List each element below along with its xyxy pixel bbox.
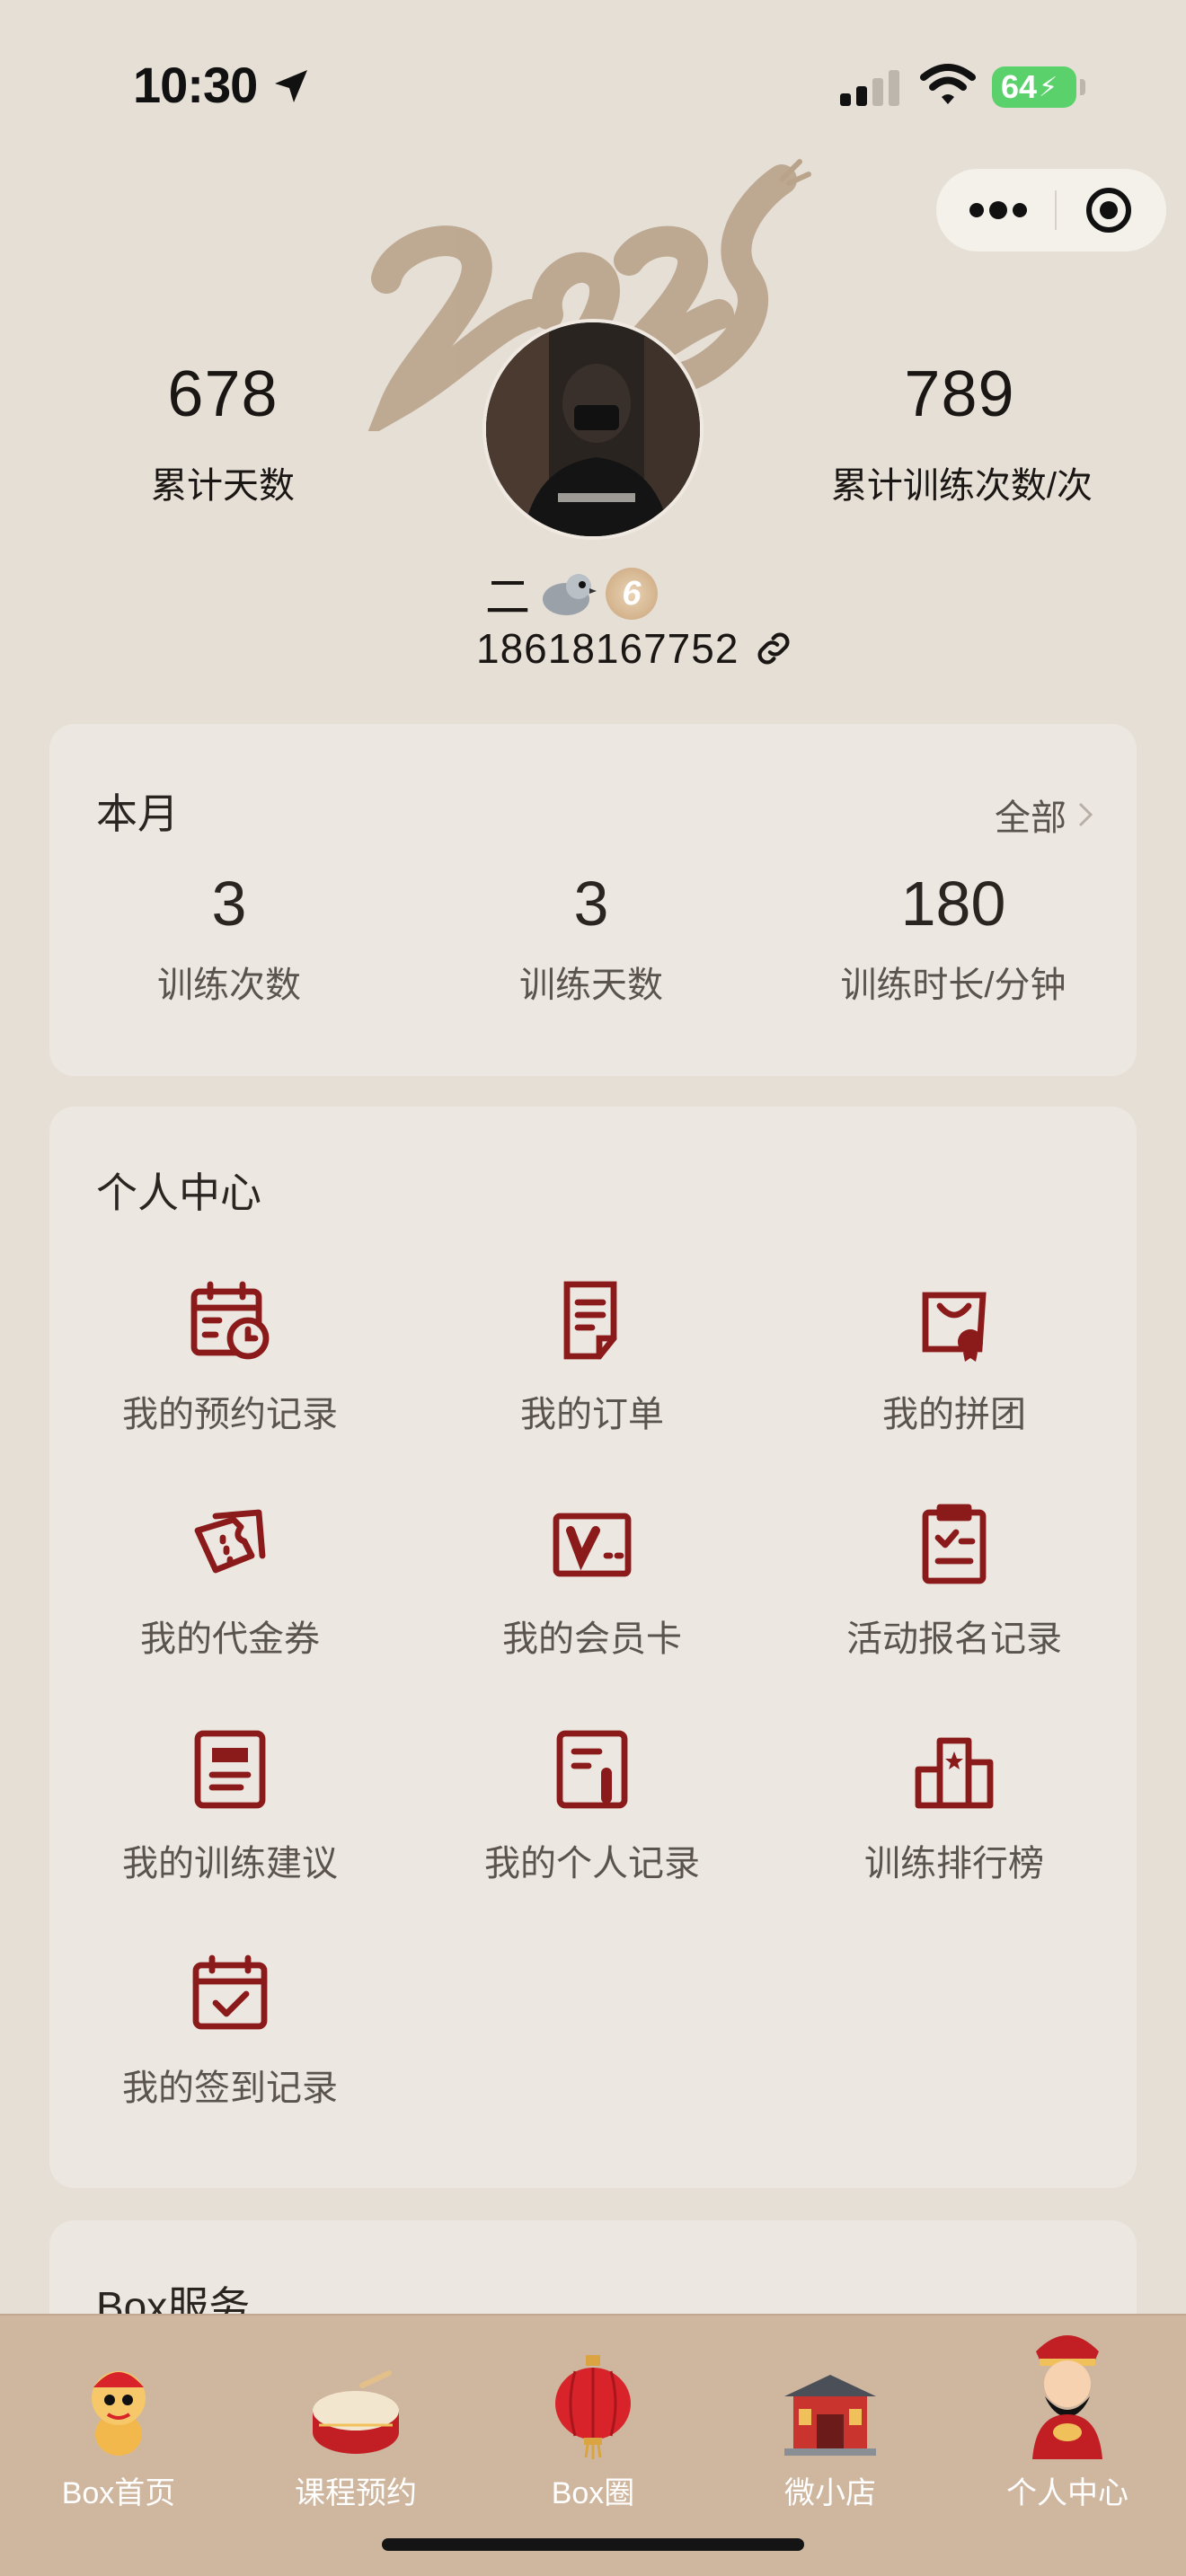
menu-item-checkin-records[interactable]: 我的签到记录	[49, 1951, 411, 2111]
user-name-row: 二 6	[485, 561, 658, 626]
personal-center-card: 个人中心 我的预约记录 我的订单 我的拼团 我的代金券 我的会员卡 活动报名记录…	[49, 1107, 1137, 2188]
battery-indicator: 64 ⚡	[992, 66, 1085, 108]
capsule-divider	[1054, 190, 1057, 230]
menu-item-training-advice[interactable]: 我的训练建议	[49, 1726, 411, 1886]
lion-dance-icon	[92, 2371, 146, 2456]
clipboard-check-icon	[922, 1504, 987, 1584]
calendar-clock-icon	[190, 1281, 270, 1360]
menu-label: 我的代金券	[140, 1619, 320, 1659]
member-card-icon	[553, 1513, 632, 1577]
month-sessions-stat: 3 训练次数	[49, 868, 409, 1008]
this-month-card: 本月 全部 3 训练次数 3 训练天数 180 训练时长/分钟	[49, 724, 1137, 1076]
link-icon[interactable]	[751, 626, 796, 671]
tab-label: Box圈	[551, 2476, 635, 2510]
avatar[interactable]	[482, 319, 704, 540]
wifi-icon	[920, 64, 976, 104]
tab-home[interactable]: Box首页	[0, 2316, 237, 2512]
month-days-stat: 3 训练天数	[412, 868, 771, 1008]
document-icon	[563, 1281, 617, 1360]
menu-label: 我的签到记录	[122, 2069, 338, 2108]
tab-label: 个人中心	[1006, 2476, 1128, 2510]
status-time: 10:30	[133, 57, 258, 113]
tab-personal-center[interactable]: 个人中心	[949, 2316, 1186, 2512]
cellular-signal-icon	[840, 70, 899, 106]
shop-icon	[784, 2375, 876, 2456]
total-sessions-value: 789	[904, 358, 1015, 430]
menu-label: 我的预约记录	[122, 1395, 338, 1434]
menu-label: 我的会员卡	[502, 1619, 682, 1659]
level-badge: 6	[606, 568, 658, 620]
menu-item-event-signups[interactable]: 活动报名记录	[774, 1502, 1135, 1662]
tab-course-booking[interactable]: 课程预约	[237, 2316, 474, 2512]
avatar-photo	[486, 322, 700, 536]
menu-label: 训练排行榜	[864, 1844, 1044, 1883]
menu-item-orders[interactable]: 我的订单	[412, 1277, 773, 1437]
fortune-god-icon	[1032, 2335, 1102, 2459]
menu-label: 我的个人记录	[484, 1844, 700, 1883]
tab-box-circle[interactable]: Box圈	[474, 2316, 712, 2512]
tab-label: 微小店	[784, 2476, 876, 2510]
bird-emoji-icon	[543, 574, 597, 615]
month-duration-stat: 180 训练时长/分钟	[774, 868, 1133, 1008]
lantern-icon	[555, 2355, 631, 2459]
menu-item-leaderboard[interactable]: 训练排行榜	[774, 1726, 1135, 1886]
menu-label: 活动报名记录	[846, 1619, 1062, 1659]
chevron-right-icon	[1078, 802, 1093, 827]
month-duration-value: 180	[900, 869, 1006, 939]
tab-mini-shop[interactable]: 微小店	[712, 2316, 949, 2512]
note-icon	[194, 1730, 266, 1809]
calendar-check-icon	[192, 1954, 268, 2030]
menu-item-personal-records[interactable]: 我的个人记录	[412, 1726, 773, 1886]
menu-label: 我的订单	[520, 1395, 664, 1434]
month-days-label: 训练天数	[519, 966, 663, 1005]
menu-item-coupons[interactable]: 我的代金券	[49, 1502, 411, 1662]
drum-icon	[313, 2370, 399, 2454]
home-indicator	[382, 2538, 804, 2551]
total-days-value: 678	[167, 358, 279, 430]
battery-level: 64	[1001, 68, 1038, 105]
target-icon[interactable]	[1084, 186, 1133, 234]
phone-number: 18618167752	[476, 625, 739, 672]
month-days-value: 3	[573, 869, 609, 939]
bottom-tab-bar: Box首页 课程预约 Box圈 微小店 个人中心	[0, 2314, 1186, 2576]
month-duration-label: 训练时长/分钟	[840, 966, 1067, 1005]
tab-label: 课程预约	[295, 2476, 417, 2510]
total-days-label: 累计天数	[151, 466, 295, 506]
record-icon	[556, 1730, 628, 1809]
month-sessions-value: 3	[211, 869, 247, 939]
view-all-link[interactable]: 全部	[995, 789, 1093, 841]
total-sessions-label: 累计训练次数/次	[830, 466, 1093, 506]
shopping-bag-icon	[922, 1292, 987, 1362]
user-name: 二	[485, 572, 530, 622]
personal-center-title: 个人中心	[96, 1169, 261, 1216]
miniprogram-capsule	[936, 169, 1166, 251]
phone-row: 18618167752	[476, 624, 796, 673]
location-arrow-icon	[275, 70, 307, 102]
more-dots-icon[interactable]	[969, 201, 1028, 219]
menu-item-membership-card[interactable]: 我的会员卡	[412, 1502, 773, 1662]
tab-label: Box首页	[61, 2476, 176, 2510]
menu-item-booking-records[interactable]: 我的预约记录	[49, 1277, 411, 1437]
menu-label: 我的拼团	[882, 1395, 1026, 1434]
menu-item-group-buy[interactable]: 我的拼团	[774, 1277, 1135, 1437]
leaderboard-icon	[915, 1737, 994, 1809]
month-sessions-label: 训练次数	[157, 966, 301, 1005]
menu-label: 我的训练建议	[122, 1844, 338, 1883]
view-all-label: 全部	[995, 798, 1067, 838]
this-month-title: 本月	[96, 790, 179, 837]
coupon-icon	[194, 1509, 266, 1574]
